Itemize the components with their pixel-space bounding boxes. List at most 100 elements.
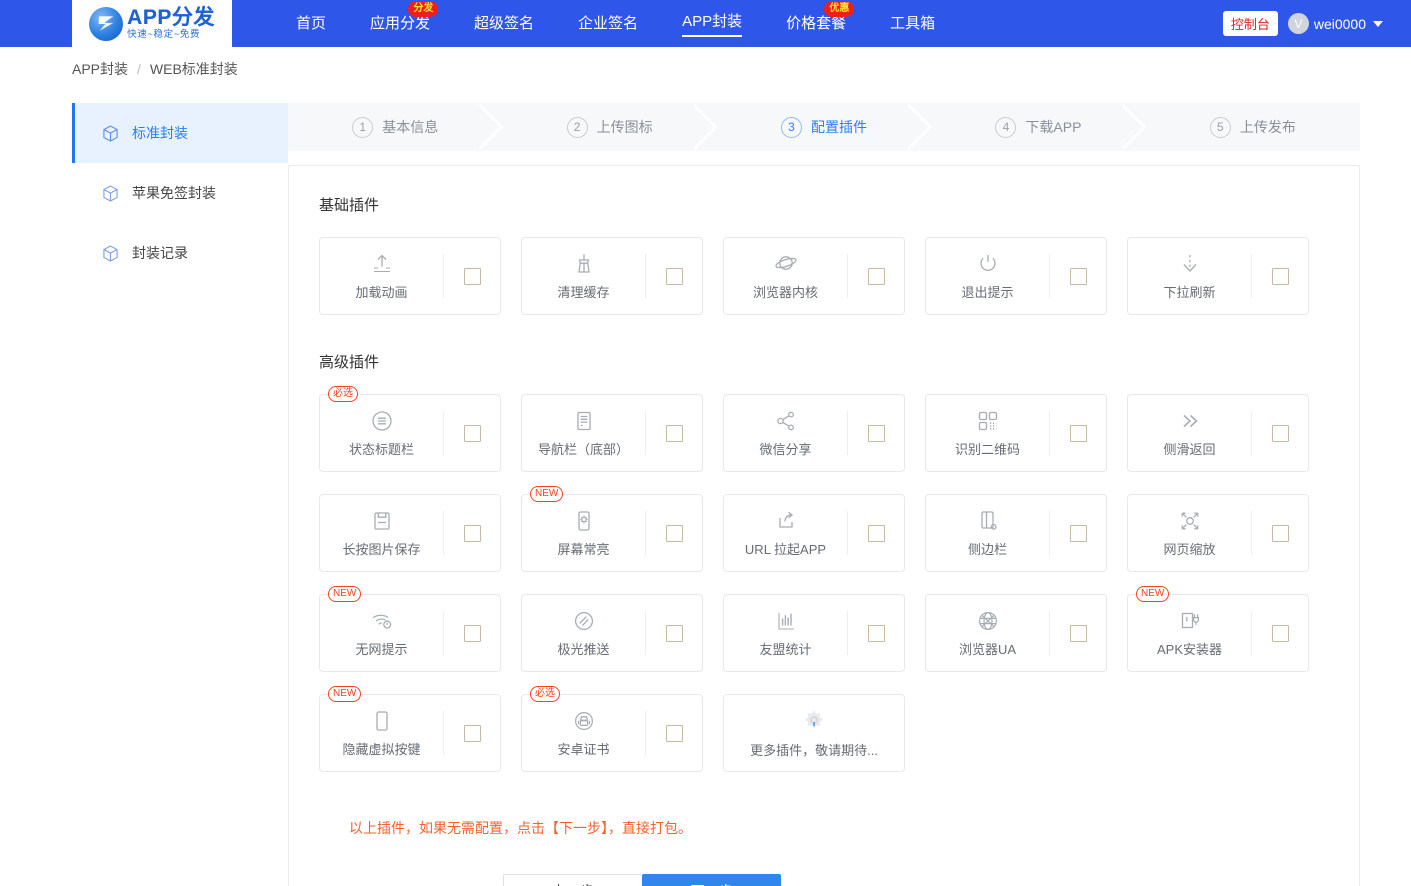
plugin-label: 隐藏虚拟按键: [342, 739, 420, 758]
document-lines-icon: [571, 408, 597, 434]
plugin-card-clear-cache[interactable]: 清理缓存: [521, 237, 703, 315]
plugin-card-browser-kernel[interactable]: 浏览器内核: [723, 237, 905, 315]
plugin-label: URL 拉起APP: [745, 539, 826, 558]
nav-item-enterprise-sign[interactable]: 企业签名: [556, 0, 660, 47]
plugin-card-wechat-share[interactable]: 微信分享: [723, 394, 905, 472]
upload-line-icon: [369, 251, 395, 277]
plugin-card-pull-refresh[interactable]: 下拉刷新: [1127, 237, 1309, 315]
plugin-card-exit-prompt[interactable]: 退出提示: [925, 237, 1107, 315]
plugin-label: 屏幕常亮: [557, 539, 609, 558]
phone-keys-icon: [369, 708, 395, 734]
share-nodes-icon: [773, 408, 799, 434]
plugin-checkbox[interactable]: [1272, 625, 1289, 642]
plugin-checkbox[interactable]: [868, 525, 885, 542]
plugin-checkbox[interactable]: [1272, 425, 1289, 442]
plugin-card-jpush[interactable]: 极光推送: [521, 594, 703, 672]
plugin-checkbox[interactable]: [666, 525, 683, 542]
plugin-checkbox[interactable]: [1070, 425, 1087, 442]
plugin-card-long-press-save-image[interactable]: 长按图片保存: [319, 494, 501, 572]
user-menu[interactable]: V wei0000: [1288, 13, 1383, 34]
step-basic-info[interactable]: 1 基本信息: [288, 103, 502, 151]
nav-item-pricing[interactable]: 价格套餐 优惠: [764, 0, 868, 47]
plugin-card-url-launch-app[interactable]: URL 拉起APP: [723, 494, 905, 572]
expand-arrows-icon: [1177, 508, 1203, 534]
step-label: 基本信息: [382, 117, 438, 137]
plugin-card-browser-ua[interactable]: 浏览器UA: [925, 594, 1107, 672]
jpush-circle-icon: [571, 608, 597, 634]
breadcrumb-item-current: WEB标准封装: [150, 59, 238, 79]
plugin-tag-new: NEW: [1136, 586, 1169, 602]
nav-item-app-distribution[interactable]: 应用分发 分发: [348, 0, 452, 47]
plugin-checkbox[interactable]: [868, 425, 885, 442]
plugin-card-status-title-bar[interactable]: 必选 状态标题栏: [319, 394, 501, 472]
previous-step-button[interactable]: 上一步: [503, 874, 642, 886]
step-download-app[interactable]: 4 下载APP: [931, 103, 1145, 151]
next-step-button[interactable]: 下一步: [642, 874, 781, 886]
plugin-label: 更多插件，敬请期待...: [750, 740, 878, 759]
step-upload-publish[interactable]: 5 上传发布: [1146, 103, 1360, 151]
plugin-checkbox[interactable]: [1070, 525, 1087, 542]
page-body: 标准封装 苹果免签封装 封装记录 1 基本信息 2 上传图标: [0, 91, 1411, 886]
step-number: 3: [781, 117, 802, 138]
plugin-checkbox[interactable]: [464, 525, 481, 542]
step-configure-plugins[interactable]: 3 配置插件: [717, 103, 931, 151]
plugin-card-android-certificate[interactable]: 必选 安卓证书: [521, 694, 703, 772]
menu-circle-icon: [369, 408, 395, 434]
bar-chart-icon: [773, 608, 799, 634]
footer-note: 以上插件，如果无需配置，点击【下一步】，直接打包。: [349, 818, 1329, 838]
plugin-card-sidebar[interactable]: 侧边栏: [925, 494, 1107, 572]
plugin-checkbox[interactable]: [666, 725, 683, 742]
step-number: 2: [567, 117, 588, 138]
plugin-card-swipe-back[interactable]: 侧滑返回: [1127, 394, 1309, 472]
console-button[interactable]: 控制台: [1223, 11, 1278, 36]
breadcrumb-item-root[interactable]: APP封装: [72, 59, 128, 79]
phone-brightness-icon: [571, 508, 597, 534]
cube-icon: [101, 184, 120, 203]
nav-item-home[interactable]: 首页: [274, 0, 348, 47]
plugin-checkbox[interactable]: [464, 268, 481, 285]
plugin-card-hide-virtual-keys[interactable]: NEW 隐藏虚拟按键: [319, 694, 501, 772]
plugin-card-bottom-nav-bar[interactable]: 导航栏（底部）: [521, 394, 703, 472]
plugin-checkbox[interactable]: [868, 268, 885, 285]
plugin-checkbox[interactable]: [1070, 625, 1087, 642]
plugin-label: 浏览器UA: [959, 639, 1016, 658]
plugin-checkbox[interactable]: [464, 725, 481, 742]
wifi-off-icon: [369, 608, 395, 634]
wizard-actions: 上一步 下一步: [319, 874, 1329, 886]
plugin-card-page-zoom[interactable]: 网页缩放: [1127, 494, 1309, 572]
site-logo[interactable]: APP分发 快速~稳定~免费: [72, 0, 232, 47]
plugin-label: 网页缩放: [1163, 539, 1215, 558]
plugin-checkbox[interactable]: [1070, 268, 1087, 285]
plugin-checkbox[interactable]: [666, 425, 683, 442]
plugin-label: 加载动画: [355, 282, 407, 301]
step-number: 5: [1210, 117, 1231, 138]
plugin-checkbox[interactable]: [1272, 525, 1289, 542]
plugin-checkbox[interactable]: [464, 425, 481, 442]
sidebar-item-apple-nosign-package[interactable]: 苹果免签封装: [72, 163, 288, 223]
plugin-checkbox[interactable]: [666, 268, 683, 285]
plugin-checkbox[interactable]: [1272, 268, 1289, 285]
nav-item-super-sign[interactable]: 超级签名: [452, 0, 556, 47]
plugin-card-no-network-tip[interactable]: NEW 无网提示: [319, 594, 501, 672]
nav-item-app-packaging[interactable]: APP封装: [660, 0, 764, 47]
advanced-plugins-title: 高级插件: [319, 351, 1329, 372]
logo-tagline: 快速~稳定~免费: [127, 30, 215, 40]
plugin-card-scan-qrcode[interactable]: 识别二维码: [925, 394, 1107, 472]
sidebar: 标准封装 苹果免签封装 封装记录: [72, 91, 288, 881]
plugin-checkbox[interactable]: [464, 625, 481, 642]
sidebar-item-package-records[interactable]: 封装记录: [72, 223, 288, 283]
step-upload-icon[interactable]: 2 上传图标: [502, 103, 716, 151]
plugin-checkbox[interactable]: [868, 625, 885, 642]
plugin-label: 清理缓存: [557, 282, 609, 301]
plugin-card-loading-animation[interactable]: 加载动画: [319, 237, 501, 315]
apk-install-icon: [1177, 608, 1203, 634]
plugin-card-apk-installer[interactable]: NEW APK安装器: [1127, 594, 1309, 672]
plugin-checkbox[interactable]: [666, 625, 683, 642]
plugin-card-umeng-analytics[interactable]: 友盟统计: [723, 594, 905, 672]
sidebar-item-standard-package[interactable]: 标准封装: [72, 103, 288, 163]
plugin-card-keep-screen-on[interactable]: NEW 屏幕常亮: [521, 494, 703, 572]
plugin-label: 友盟统计: [759, 639, 811, 658]
nav-item-toolbox[interactable]: 工具箱: [868, 0, 957, 47]
planet-icon: [773, 251, 799, 277]
plugin-card-more-coming-soon: 更多插件，敬请期待...: [723, 694, 905, 772]
